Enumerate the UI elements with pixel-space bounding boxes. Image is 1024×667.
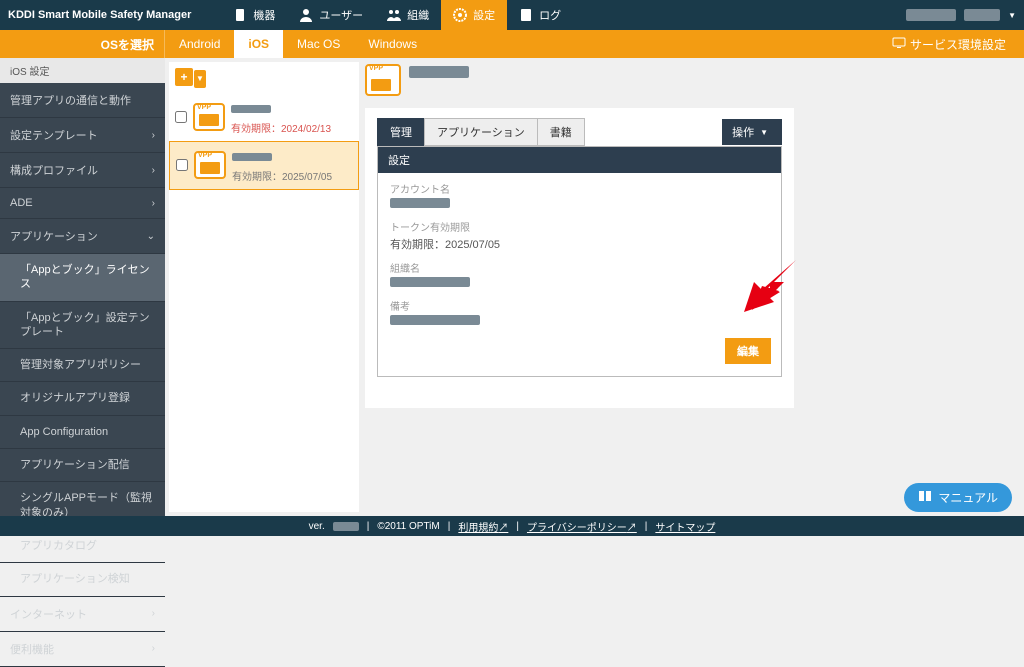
side-sub-detect[interactable]: アプリケーション検知: [0, 563, 165, 596]
cert-checkbox-2[interactable]: [176, 159, 188, 171]
note-value-mask: [390, 315, 480, 325]
users-icon: [299, 8, 313, 22]
side-item-internet[interactable]: インターネット›: [0, 597, 165, 632]
footer-privacy-link[interactable]: プライバシーポリシー↗: [527, 519, 637, 534]
tab-org[interactable]: 組織: [375, 0, 441, 30]
org-value-mask: [390, 277, 470, 287]
user-mask: [964, 9, 1000, 21]
monitor-icon: [892, 37, 906, 52]
side-item-template[interactable]: 設定テンプレート›: [0, 118, 165, 153]
side-sub-original[interactable]: オリジナルアプリ登録: [0, 382, 165, 415]
tab-admin[interactable]: 管理: [377, 118, 425, 146]
org-icon: [387, 8, 401, 22]
top-right: ▼: [906, 9, 1016, 21]
side-item-profile[interactable]: 構成プロファイル›: [0, 153, 165, 188]
os-macos[interactable]: Mac OS: [283, 30, 354, 58]
side-sub-settemplate[interactable]: 「Appとブック」設定テンプレート: [0, 302, 165, 350]
edit-button[interactable]: 編集: [725, 338, 771, 364]
devices-icon: [233, 8, 247, 22]
side-item-apps[interactable]: アプリケーション⌄: [0, 219, 165, 254]
vpp-icon: [194, 151, 226, 179]
os-windows[interactable]: Windows: [354, 30, 431, 58]
footer-terms-link[interactable]: 利用規約↗: [458, 519, 508, 534]
account-value-mask: [390, 198, 450, 208]
side-sub-policy[interactable]: 管理対象アプリポリシー: [0, 349, 165, 382]
brand-text: KDDI Smart Mobile Safety Manager: [8, 9, 191, 21]
tab-settings[interactable]: 設定: [441, 0, 507, 30]
body-header: 設定: [378, 147, 781, 173]
detail-panel-wrap: 管理 アプリケーション 書籍 操作▼ 設定 アカウント名 トークン有効期限 有効…: [359, 58, 1024, 516]
detail-title-mask: [409, 66, 469, 78]
field-token: トークン有効期限 有効期限：2025/07/05: [378, 211, 781, 252]
main-area: iOS 設定 管理アプリの通信と動作 設定テンプレート› 構成プロファイル› A…: [0, 58, 1024, 516]
env-settings-link[interactable]: サービス環境設定: [892, 36, 1024, 53]
side-sub-license[interactable]: 「Appとブック」ライセンス: [0, 254, 165, 302]
detail-tabs-row: 管理 アプリケーション 書籍 操作▼: [377, 118, 782, 146]
cert-item-1[interactable]: 有効期限：2024/02/13: [169, 94, 359, 141]
field-note: 備考: [378, 290, 781, 328]
side-sub-distrib[interactable]: アプリケーション配信: [0, 449, 165, 482]
user-menu-chevron-icon[interactable]: ▼: [1008, 11, 1016, 20]
sidebar-header: iOS 設定: [0, 58, 165, 83]
chevron-down-icon: ▼: [760, 128, 768, 137]
tab-books[interactable]: 書籍: [537, 118, 585, 146]
cert-date-2: 有効期限：2025/07/05: [232, 168, 352, 183]
cert-list-panel: +▼ 有効期限：2024/02/13 有効期限：2025/07/05: [169, 62, 359, 512]
side-item-util[interactable]: 便利機能›: [0, 632, 165, 667]
cert-item-2[interactable]: 有効期限：2025/07/05: [169, 141, 359, 190]
side-sub-appconfig[interactable]: App Configuration: [0, 416, 165, 449]
tab-apps[interactable]: アプリケーション: [424, 118, 538, 146]
os-select-label: OSを選択: [0, 30, 165, 58]
tab-devices[interactable]: 機器: [221, 0, 287, 30]
top-bar: KDDI Smart Mobile Safety Manager 機器 ユーザー…: [0, 0, 1024, 30]
sidebar: iOS 設定 管理アプリの通信と動作 設定テンプレート› 構成プロファイル› A…: [0, 58, 165, 516]
os-ios[interactable]: iOS: [234, 30, 283, 58]
cert-name-mask: [232, 153, 272, 161]
footer: ver. | ©2011 OPTiM | 利用規約↗ | プライバシーポリシー↗…: [0, 516, 1024, 536]
detail-body: 設定 アカウント名 トークン有効期限 有効期限：2025/07/05 組織名 備…: [377, 146, 782, 377]
detail-header: [365, 64, 794, 96]
os-android[interactable]: Android: [165, 30, 234, 58]
cert-name-mask: [231, 105, 271, 113]
vpp-icon: [193, 103, 225, 131]
ops-button[interactable]: 操作▼: [722, 119, 782, 145]
side-item-ade[interactable]: ADE›: [0, 188, 165, 219]
add-button[interactable]: +: [175, 68, 193, 86]
top-tabs: 機器 ユーザー 組織 設定 ログ: [221, 0, 573, 30]
cert-date-1: 有効期限：2024/02/13: [231, 120, 353, 135]
tab-logs[interactable]: ログ: [507, 0, 573, 30]
side-item-comm[interactable]: 管理アプリの通信と動作: [0, 83, 165, 118]
tenant-mask: [906, 9, 956, 21]
tab-users[interactable]: ユーザー: [287, 0, 375, 30]
os-subbar: OSを選択 Android iOS Mac OS Windows サービス環境設…: [0, 30, 1024, 58]
manual-button[interactable]: マニュアル: [904, 483, 1012, 512]
vpp-icon-large: [365, 64, 401, 96]
field-account: アカウント名: [378, 173, 781, 211]
log-icon: [519, 8, 533, 22]
detail-card: 管理 アプリケーション 書籍 操作▼ 設定 アカウント名 トークン有効期限 有効…: [365, 108, 794, 408]
gear-icon: [453, 8, 467, 22]
cert-checkbox-1[interactable]: [175, 111, 187, 123]
os-list: Android iOS Mac OS Windows: [165, 30, 431, 58]
field-org: 組織名: [378, 252, 781, 290]
add-menu-chevron-icon[interactable]: ▼: [194, 70, 206, 88]
footer-sitemap-link[interactable]: サイトマップ: [655, 519, 715, 534]
book-icon: [918, 490, 932, 505]
ver-mask: [333, 522, 359, 531]
